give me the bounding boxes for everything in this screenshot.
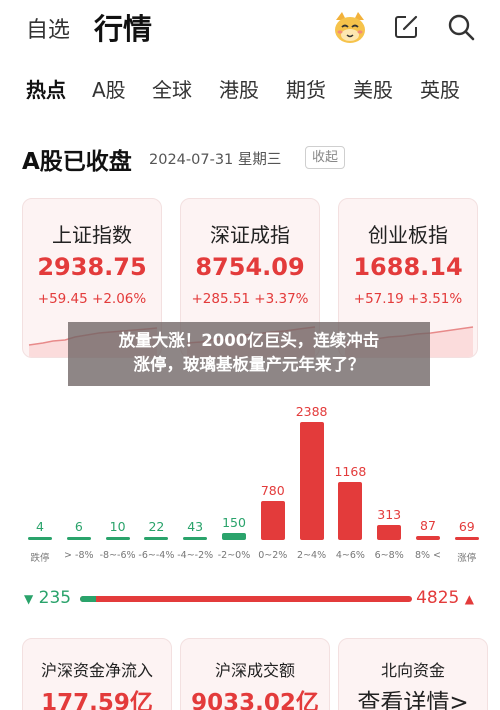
- distribution-count: 43: [187, 519, 204, 534]
- distribution-bar: [144, 537, 169, 540]
- market-closed-title: A股已收盘: [22, 149, 132, 175]
- rise-fall-distribution: 4 跌停 6 > -8% 10 -8~-6% 22 -6~-4% 43 -4~-2% 150 -2~0…: [0, 400, 500, 570]
- index-change: +285.51 +3.37%: [191, 291, 309, 307]
- distribution-count: 150: [222, 515, 246, 530]
- tab-futures[interactable]: 期货: [286, 74, 326, 103]
- headline-line-2: 涨停，玻璃基板量产元年来了？: [133, 355, 365, 374]
- distribution-bar: [183, 537, 208, 540]
- distribution-bar: [260, 501, 285, 540]
- mascot-icon[interactable]: [332, 10, 368, 46]
- distribution-count: 22: [148, 519, 165, 534]
- tab-watchlist[interactable]: 自选: [26, 12, 70, 44]
- card-turnover[interactable]: 沪深成交额 9033.02亿: [180, 638, 330, 710]
- tab-hot[interactable]: 热点: [26, 74, 66, 103]
- news-headline-overlay[interactable]: 放量大涨！2000亿巨头，连续冲击 涨停，玻璃基板量产元年来了？: [68, 322, 430, 386]
- tab-a-shares[interactable]: A股: [92, 74, 126, 103]
- distribution-label: 涨停: [457, 553, 477, 564]
- card-value: 177.59亿: [41, 690, 153, 710]
- index-name: 深证成指: [210, 223, 290, 247]
- distribution-bar: [299, 422, 324, 540]
- tab-hk-stocks[interactable]: 港股: [219, 74, 259, 103]
- ratio-track-rising: [80, 596, 412, 602]
- ratio-track-falling: [80, 596, 96, 602]
- index-value: 1688.14: [353, 253, 463, 281]
- falling-count: ▼ 235: [24, 588, 72, 608]
- tab-market[interactable]: 行情: [94, 6, 152, 48]
- distribution-bar: [28, 537, 52, 540]
- card-net-inflow[interactable]: 沪深资金净流入 177.59亿: [22, 638, 172, 710]
- distribution-bar: [105, 537, 130, 540]
- distribution-count: 10: [109, 519, 126, 534]
- rising-count: 4825 ▲: [416, 588, 474, 608]
- headline-line-1: 放量大涨！2000亿巨头，连续冲击: [118, 331, 380, 350]
- distribution-count: 780: [260, 483, 285, 498]
- distribution-count: 87: [420, 518, 436, 533]
- distribution-count: 4: [36, 519, 44, 534]
- distribution-bar: [222, 533, 246, 540]
- distribution-count: 2388: [295, 404, 328, 419]
- view-details-link[interactable]: 查看详情>: [339, 683, 487, 710]
- tab-us-stocks[interactable]: 美股: [353, 74, 393, 103]
- collapse-button[interactable]: 收起: [305, 146, 346, 169]
- distribution-count: 313: [377, 507, 402, 522]
- top-header: 自选 行情: [0, 0, 500, 58]
- distribution-bar: [377, 525, 402, 540]
- distribution-count: 1168: [334, 464, 367, 479]
- index-change: +57.19 +3.51%: [353, 291, 463, 307]
- card-northbound[interactable]: 北向资金 查看详情>: [338, 638, 488, 710]
- index-name: 创业板指: [368, 223, 448, 247]
- index-value: 8754.09: [195, 253, 305, 281]
- distribution-count: 69: [458, 519, 475, 534]
- index-change: +59.45 +2.06%: [37, 291, 147, 307]
- category-tabs: 热点 A股 全球 港股 期货 美股 英股: [0, 70, 500, 110]
- up-arrow-icon: ▲: [464, 592, 474, 606]
- tab-global[interactable]: 全球: [152, 74, 192, 103]
- card-title: 北向资金: [380, 661, 445, 680]
- edit-icon[interactable]: [392, 13, 420, 41]
- card-title: 沪深成交额: [214, 661, 295, 680]
- distribution-bar: [454, 537, 479, 540]
- distribution-count: 6: [74, 519, 83, 534]
- card-title: 沪深资金净流入: [40, 661, 153, 680]
- distribution-bar: [338, 482, 363, 540]
- card-value: 9033.02亿: [191, 690, 319, 710]
- distribution-bar: [66, 537, 91, 540]
- tab-uk-stocks[interactable]: 英股: [420, 74, 460, 103]
- search-icon[interactable]: [446, 12, 476, 42]
- market-date: 2024-07-31 星期三: [149, 152, 282, 168]
- rise-fall-ratio-bar: ▼ 235 4825 ▲: [22, 584, 482, 612]
- distribution-bar: [416, 536, 440, 540]
- index-value: 2938.75: [37, 253, 147, 281]
- market-status-row: A股已收盘 2024-07-31 星期三 收起: [22, 142, 492, 175]
- index-name: 上证指数: [52, 223, 132, 247]
- down-arrow-icon: ▼: [24, 592, 34, 606]
